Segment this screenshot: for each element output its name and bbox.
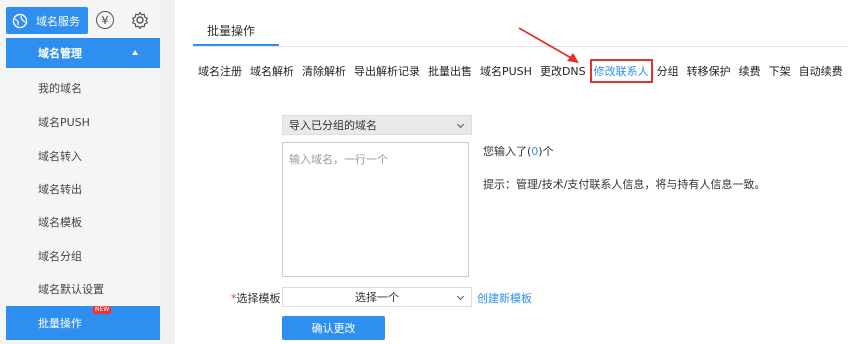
template-select-value: 选择一个	[355, 291, 399, 304]
op-auto-renew[interactable]: 自动续费	[799, 63, 843, 79]
import-group-select[interactable]: 导入已分组的域名	[282, 115, 472, 135]
sidebar-item-my-domains[interactable]: 我的域名	[6, 71, 160, 105]
sidebar: 域名服务 ¥ 域名管理 我的域名 域名PUSH 域名转入 域名转出 域名模板 域…	[0, 0, 160, 344]
sidebar-item-domain-push[interactable]: 域名PUSH	[6, 105, 160, 139]
yen-icon[interactable]: ¥	[96, 11, 114, 29]
sidebar-item-label: 域名默认设置	[38, 283, 104, 296]
collapse-arrow-icon	[132, 50, 138, 55]
sidebar-item-label: 批量操作	[38, 317, 82, 330]
input-count-text: 您输入了(0)个	[483, 143, 554, 159]
gear-icon[interactable]	[131, 11, 149, 29]
op-export-records[interactable]: 导出解析记录	[354, 63, 420, 79]
op-modify-contact[interactable]: 修改联系人	[589, 59, 653, 83]
sidebar-top-bar: 域名服务 ¥	[0, 5, 160, 35]
op-domain-register[interactable]: 域名注册	[198, 63, 242, 79]
sidebar-item-domain-groups[interactable]: 域名分组	[6, 239, 160, 273]
tab-batch-operations[interactable]: 批量操作	[193, 22, 263, 44]
sidebar-item-domain-transfer-in[interactable]: 域名转入	[6, 139, 160, 173]
template-select[interactable]: 选择一个	[282, 287, 472, 307]
sidebar-item-batch-operations[interactable]: 批量操作 NEW	[6, 306, 160, 340]
section-label: 域名管理	[38, 47, 82, 60]
sidebar-item-label: 域名转入	[38, 150, 82, 163]
op-renew[interactable]: 续费	[739, 63, 761, 79]
domain-input-placeholder: 输入域名，一行一个	[289, 153, 388, 166]
domain-service-label: 域名服务	[36, 14, 80, 28]
sidebar-item-label: 域名模板	[38, 216, 82, 229]
op-domain-resolve[interactable]: 域名解析	[250, 63, 294, 79]
template-label: *选择模板	[231, 290, 281, 306]
globe-icon	[12, 13, 28, 28]
create-template-link[interactable]: 创建新模板	[477, 290, 532, 306]
confirm-change-button[interactable]: 确认更改	[282, 316, 385, 340]
input-count-prefix: 您输入了(	[483, 145, 532, 158]
sidebar-item-label: 域名转出	[38, 183, 82, 196]
annotation-arrow-icon	[518, 27, 579, 63]
sidebar-item-default-settings[interactable]: 域名默认设置	[6, 272, 160, 306]
new-badge: NEW	[93, 306, 112, 314]
op-clear-resolve[interactable]: 清除解析	[302, 63, 346, 79]
domain-input-textarea[interactable]: 输入域名，一行一个	[282, 142, 469, 277]
op-batch-sell[interactable]: 批量出售	[428, 63, 472, 79]
tip-text: 提示：管理/技术/支付联系人信息，将与持有人信息一致。	[483, 178, 766, 191]
import-group-value: 导入已分组的域名	[289, 119, 377, 132]
template-label-text: 选择模板	[236, 292, 281, 305]
chevron-down-icon	[456, 292, 465, 301]
chevron-down-icon	[456, 120, 465, 129]
op-transfer-protection[interactable]: 转移保护	[687, 63, 731, 79]
sidebar-section-domain-management[interactable]: 域名管理	[6, 38, 160, 68]
sidebar-item-label: 我的域名	[38, 82, 82, 95]
main-panel: 批量操作 域名注册 域名解析 清除解析 导出解析记录 批量出售 域名PUSH 更…	[175, 0, 864, 344]
sidebar-item-label: 域名分组	[38, 250, 82, 263]
input-count-suffix: )个	[538, 145, 554, 158]
domain-service-button[interactable]: 域名服务	[6, 7, 88, 34]
sidebar-item-domain-transfer-out[interactable]: 域名转出	[6, 172, 160, 206]
op-group[interactable]: 分组	[657, 63, 679, 79]
sidebar-item-domain-templates[interactable]: 域名模板	[6, 205, 160, 239]
op-delist[interactable]: 下架	[769, 63, 791, 79]
sidebar-item-label: 域名PUSH	[38, 116, 90, 129]
